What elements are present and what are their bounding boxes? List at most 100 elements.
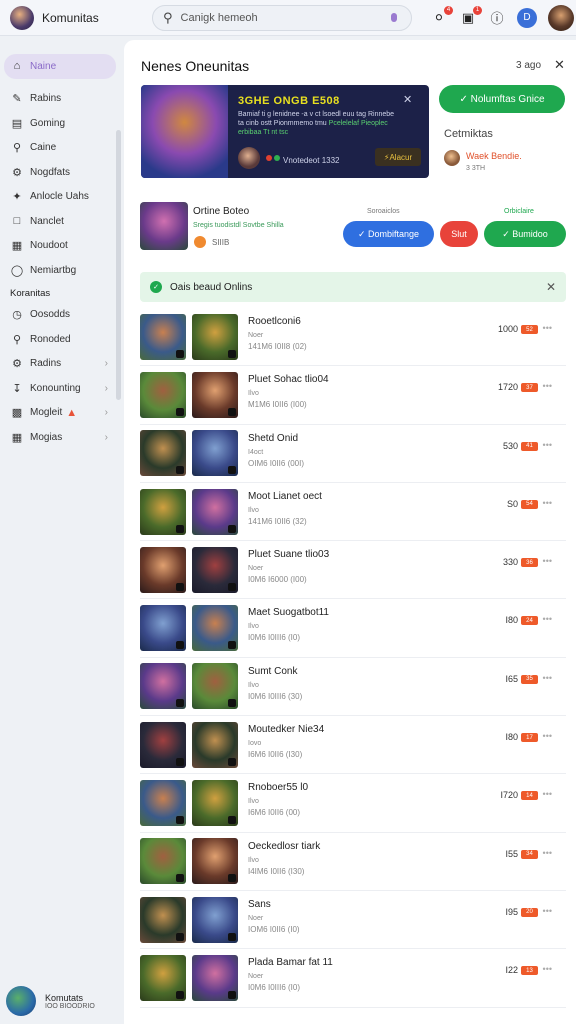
row-badge: 35 xyxy=(521,674,538,684)
sidebar-item[interactable]: ⚙ Radins › xyxy=(0,352,124,377)
game-thumbnail[interactable] xyxy=(140,605,186,652)
close-icon[interactable]: ✕ xyxy=(554,57,565,73)
user-initial-button[interactable]: D xyxy=(517,7,537,28)
list-item[interactable]: Plada Bamar fat 11 Noer I0M6 I0III6 (I0) I2… xyxy=(140,949,566,1008)
list-item[interactable]: Pluet Sohac tlio04 Ilvo M1M6 I0II6 (I00) 17… xyxy=(140,366,566,425)
more-icon[interactable]: ••• xyxy=(543,614,552,624)
list-item[interactable]: Shetd Onid I4oct OIM6 I0II6 (00I) 530 41 ••• xyxy=(140,425,566,483)
game-thumbnail[interactable] xyxy=(192,721,238,768)
close-icon[interactable]: ✕ xyxy=(546,280,556,294)
notifications-button[interactable]: ⚪ 4 xyxy=(430,5,453,27)
row-meta: I6M6 I0II6 (00) xyxy=(248,808,301,818)
badge-icon xyxy=(176,466,184,475)
banner-button[interactable]: ⚡ Alacur xyxy=(375,148,421,166)
more-icon[interactable]: ••• xyxy=(543,906,552,916)
row-title: Plada Bamar fat 11 xyxy=(248,957,333,969)
sidebar-item[interactable]: ✦ Anlocle Uahs xyxy=(0,185,124,210)
sidebar-item[interactable]: ⚲ Ronoded xyxy=(0,327,124,352)
more-icon[interactable]: ••• xyxy=(543,440,552,450)
more-icon[interactable]: ••• xyxy=(543,789,552,799)
more-icon[interactable]: ••• xyxy=(543,323,552,333)
game-thumbnail[interactable] xyxy=(192,780,238,827)
more-icon[interactable]: ••• xyxy=(543,673,552,683)
sidebar-item[interactable]: ⚲ Caine xyxy=(0,136,124,161)
sidebar-item[interactable]: ▦ Noudoot xyxy=(0,234,124,259)
side-user-name[interactable]: Waek Bendie. xyxy=(466,151,522,161)
game-thumbnail[interactable] xyxy=(192,488,238,535)
game-thumbnail[interactable] xyxy=(140,313,186,360)
more-icon[interactable]: ••• xyxy=(543,381,552,391)
game-thumbnail[interactable] xyxy=(140,721,186,768)
more-icon[interactable]: ••• xyxy=(543,731,552,741)
info-button[interactable]: ⓘ xyxy=(488,9,506,27)
search-placeholder: Canigk hemeoh xyxy=(180,11,258,24)
mic-icon[interactable] xyxy=(391,13,397,22)
list-item[interactable]: Rnoboer55 l0 Ilvo I6M6 I0II6 (00) I720 14 ••• xyxy=(140,774,566,833)
sidebar-item-active[interactable]: ⌂ Naine xyxy=(4,54,116,79)
game-thumbnail[interactable] xyxy=(140,954,186,1001)
featured-thumbnail[interactable] xyxy=(140,202,188,250)
list-item[interactable]: Oeckedlosr tiark Ilvo I4IM6 I0II6 (I30) I55… xyxy=(140,833,566,891)
promo-banner[interactable]: 3GHE ONGB E508 ✕ Bamiaf ti g lenidnee -a… xyxy=(141,85,429,178)
close-icon[interactable]: ✕ xyxy=(403,93,412,106)
game-thumbnail[interactable] xyxy=(192,896,238,943)
flame-icon: ▲ xyxy=(66,406,78,419)
list-item[interactable]: Rooetlconi6 Noer 141M6 I0II8 (02) 1000 52 ••• xyxy=(140,308,566,367)
game-thumbnail[interactable] xyxy=(192,663,238,710)
stop-button[interactable]: Slut xyxy=(440,221,478,247)
badge-icon xyxy=(228,816,236,825)
main-panel: Nenes Oneunitas 3 ago ✕ 3GHE ONGB E508 ✕… xyxy=(124,40,576,1024)
more-icon[interactable]: ••• xyxy=(543,964,552,974)
sidebar-item[interactable]: ↧ Konounting › xyxy=(0,376,124,401)
game-thumbnail[interactable] xyxy=(140,780,186,827)
game-thumbnail[interactable] xyxy=(192,546,238,593)
sidebar-item[interactable]: ◷ Oosodds xyxy=(0,303,124,328)
featured-count: SIIIB xyxy=(212,238,230,247)
sidebar-item-label: Mogleit xyxy=(30,407,63,419)
list-item[interactable]: Sans Noer IOM6 I0II6 (I0) I95 20 ••• xyxy=(140,891,566,950)
game-thumbnail[interactable] xyxy=(140,430,186,477)
list-item[interactable]: Maet Suogatbot11 Ilvo I0M6 I0III6 (I0) I80 2… xyxy=(140,599,566,658)
row-meta: M1M6 I0II6 (I00) xyxy=(248,400,307,410)
list-item[interactable]: Moot Lianet oect Ilvo 141M6 I0II6 (32) S0 54… xyxy=(140,483,566,542)
more-icon[interactable]: ••• xyxy=(543,498,552,508)
messages-button[interactable]: ▣ 1 xyxy=(459,5,482,27)
follow-button[interactable]: ✓ Dombiftange xyxy=(343,221,434,247)
game-thumbnail[interactable] xyxy=(192,313,238,360)
sidebar-item[interactable]: □ Nanclet xyxy=(0,209,124,234)
game-thumbnail[interactable] xyxy=(192,954,238,1001)
game-thumbnail[interactable] xyxy=(140,546,186,593)
join-button[interactable]: ✓ Nolumftas Gnice xyxy=(439,85,565,113)
list-item[interactable]: Pluet Suane tlio03 Noer I0M6 I6000 (I00) 33… xyxy=(140,541,566,600)
game-thumbnail[interactable] xyxy=(192,371,238,418)
sidebar-footer[interactable]: Komutats IOO BIOODRIO xyxy=(6,986,95,1016)
badge-icon xyxy=(228,757,236,766)
game-thumbnail[interactable] xyxy=(192,430,238,477)
profile-avatar[interactable] xyxy=(548,4,574,31)
game-thumbnail[interactable] xyxy=(140,896,186,943)
badge-icon xyxy=(176,757,184,766)
sidebar-item[interactable]: ✎ Rabins xyxy=(0,87,124,112)
list-item[interactable]: Moutedker Nie34 Iovo I6M6 I0II6 (I30) I80 17… xyxy=(140,716,566,775)
sidebar-item[interactable]: ▤ Goming xyxy=(0,111,124,136)
list-item[interactable]: Sumt Conk Ilvo I0M6 I0III6 (30) I65 35 ••• xyxy=(140,658,566,717)
game-thumbnail[interactable] xyxy=(140,371,186,418)
sidebar-scrollbar[interactable] xyxy=(116,130,121,400)
game-thumbnail[interactable] xyxy=(140,488,186,535)
brand-avatar[interactable] xyxy=(10,5,34,30)
search-input[interactable]: ⚲ Canigk hemeoh xyxy=(152,4,412,31)
sidebar-item[interactable]: ▩ Mogleit ▲ › xyxy=(0,401,124,426)
game-thumbnail[interactable] xyxy=(192,605,238,652)
badge-icon xyxy=(228,932,236,941)
badge-icon xyxy=(228,990,236,999)
game-thumbnail[interactable] xyxy=(140,838,186,885)
sidebar-item[interactable]: ⚙ Nogdfats xyxy=(0,160,124,185)
row-subtitle: Ilvo xyxy=(248,681,259,689)
more-icon[interactable]: ••• xyxy=(543,848,552,858)
more-icon[interactable]: ••• xyxy=(543,556,552,566)
game-thumbnail[interactable] xyxy=(192,838,238,885)
sidebar-item[interactable]: ◯ Nemiartbg xyxy=(0,258,124,283)
sidebar-item[interactable]: ▦ Mogias › xyxy=(0,425,124,450)
bookmark-button[interactable]: ✓ Bumidoo xyxy=(484,221,566,247)
game-thumbnail[interactable] xyxy=(140,663,186,710)
